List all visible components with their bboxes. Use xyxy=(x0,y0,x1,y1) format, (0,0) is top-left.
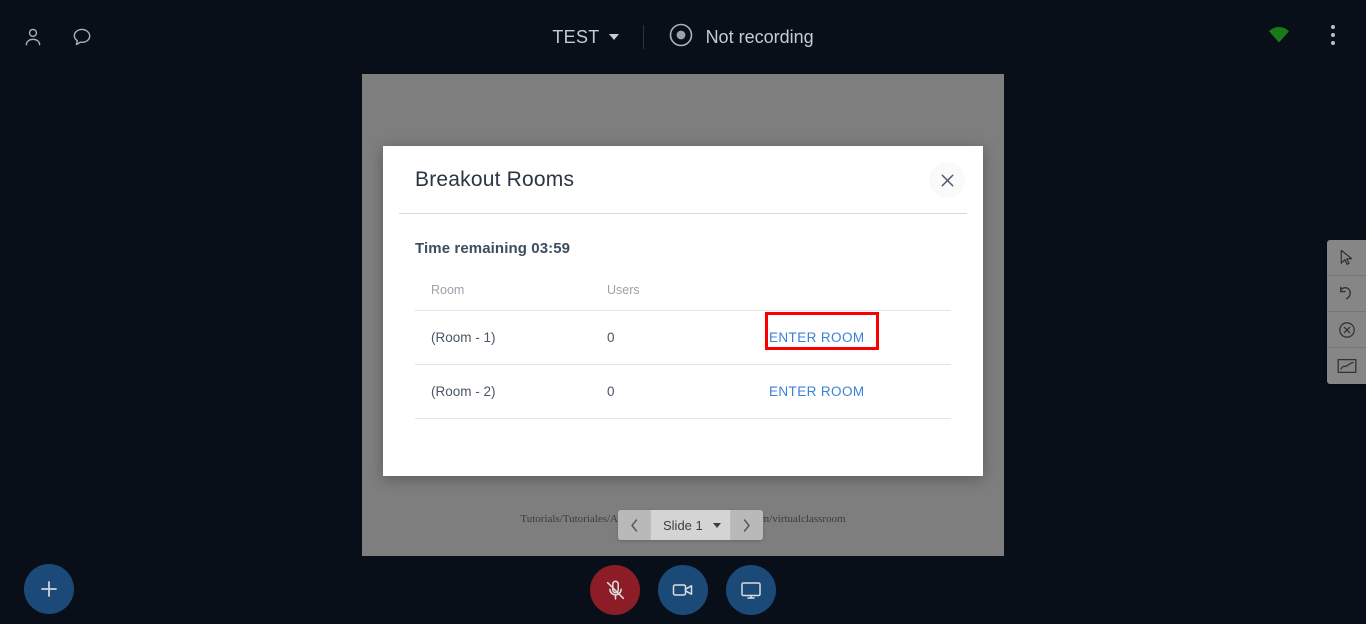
room-action-cell: ENTER ROOM xyxy=(751,364,951,419)
room-users-cell: 0 xyxy=(591,310,751,365)
slide-selector-dropdown[interactable]: Slide 1 xyxy=(650,510,731,540)
top-bar-right-group xyxy=(1266,22,1346,48)
room-name-cell: (Room - 1) xyxy=(415,310,591,365)
more-options-icon[interactable] xyxy=(1320,22,1346,48)
next-slide-button[interactable] xyxy=(730,510,763,540)
modal-header: Breakout Rooms xyxy=(399,146,967,214)
recording-status-label: Not recording xyxy=(705,26,814,47)
table-body: (Room - 1) 0 ENTER ROOM (Room - 2) 0 ENT… xyxy=(415,310,951,419)
room-action-cell: ENTER ROOM xyxy=(751,310,951,365)
screenshare-button[interactable] xyxy=(726,565,776,615)
recording-status[interactable]: Not recording xyxy=(668,22,814,53)
modal-title: Breakout Rooms xyxy=(415,167,575,191)
room-name-cell: (Room - 2) xyxy=(415,364,591,419)
meeting-title-dropdown[interactable]: TEST xyxy=(552,26,619,48)
time-remaining-label: Time remaining 03:59 xyxy=(415,240,571,257)
mute-microphone-button[interactable] xyxy=(590,565,640,615)
table-row: (Room - 1) 0 ENTER ROOM xyxy=(415,310,951,365)
enter-room-button[interactable]: ENTER ROOM xyxy=(767,326,867,349)
chevron-down-icon xyxy=(608,34,619,40)
top-bar: TEST Not recording xyxy=(0,0,1366,74)
whiteboard-tool-button[interactable] xyxy=(1327,348,1366,384)
clear-tool-button[interactable] xyxy=(1327,312,1366,348)
table-row: (Room - 2) 0 ENTER ROOM xyxy=(415,364,951,419)
meeting-title-label: TEST xyxy=(552,26,600,47)
breakout-rooms-modal: Breakout Rooms Time remaining 03:59 Room… xyxy=(383,146,983,476)
room-users-cell: 0 xyxy=(591,364,751,419)
top-bar-center-group: TEST Not recording xyxy=(0,0,1366,74)
table-header-row: Room Users xyxy=(415,283,951,311)
slide-selector-label: Slide 1 xyxy=(663,517,703,533)
enter-room-button[interactable]: ENTER ROOM xyxy=(767,380,867,403)
annotation-toolbar xyxy=(1327,240,1366,384)
record-circle-icon xyxy=(668,22,694,53)
breakout-rooms-table: Room Users (Room - 1) 0 ENTER ROOM (Room… xyxy=(415,283,951,419)
table-header: Room Users xyxy=(415,283,951,311)
kebab-dot xyxy=(1331,41,1335,45)
kebab-dot xyxy=(1331,33,1335,37)
column-header-action xyxy=(751,283,951,311)
chevron-down-icon xyxy=(712,522,721,528)
virtual-classroom-app: TEST Not recording Tutorials/Tutoriales/… xyxy=(0,0,1366,624)
modal-body: Time remaining 03:59 Room Users (Room - … xyxy=(383,214,983,419)
signal-strength-icon[interactable] xyxy=(1266,22,1292,48)
previous-slide-button[interactable] xyxy=(618,510,650,540)
column-header-room: Room xyxy=(415,283,591,311)
user-icon[interactable] xyxy=(18,22,48,52)
chat-icon[interactable] xyxy=(67,22,97,52)
slide-navigation: Slide 1 xyxy=(618,510,763,540)
webcam-button[interactable] xyxy=(658,565,708,615)
topbar-divider xyxy=(642,25,644,49)
kebab-dot xyxy=(1331,25,1335,29)
close-icon[interactable] xyxy=(929,162,965,198)
undo-tool-button[interactable] xyxy=(1327,276,1366,312)
pointer-tool-button[interactable] xyxy=(1327,240,1366,276)
bottom-action-bar xyxy=(0,556,1366,624)
column-header-users: Users xyxy=(591,283,751,311)
top-bar-left-group xyxy=(18,22,97,52)
